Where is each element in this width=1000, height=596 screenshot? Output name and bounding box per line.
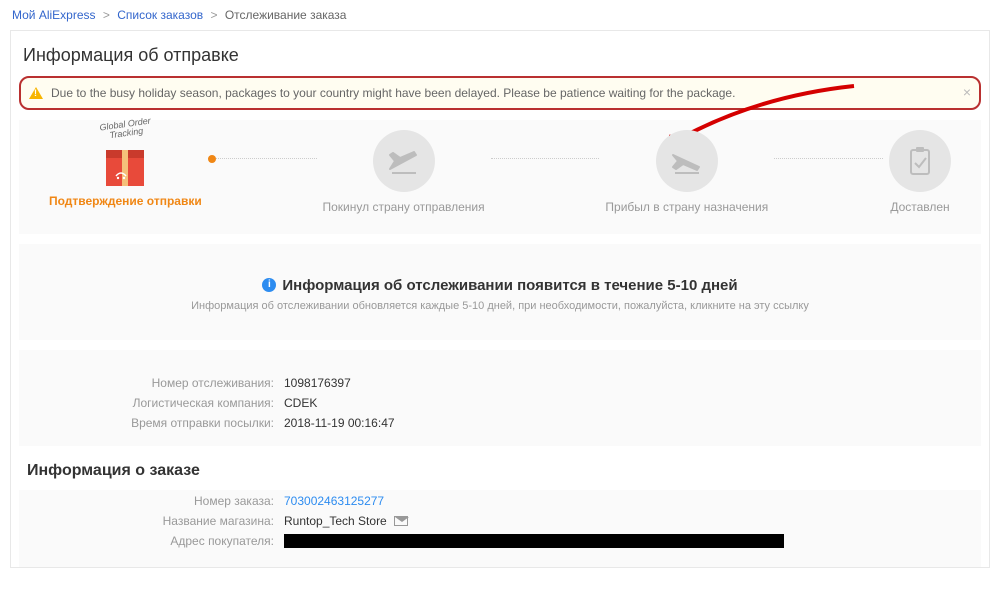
warning-icon: [29, 87, 43, 99]
package-icon: Global OrderTracking: [96, 136, 154, 194]
breadcrumb-sep: >: [210, 8, 217, 22]
tracking-number-label: Номер отслеживания:: [19, 376, 284, 390]
tracking-number-value: 1098176397: [284, 376, 351, 390]
step-arrived: Прибыл в страну назначения: [605, 130, 768, 214]
order-section-title: Информация о заказе: [11, 446, 989, 490]
info-subline: Информация об отслеживании обновляется к…: [39, 300, 961, 312]
close-icon[interactable]: ×: [963, 84, 971, 100]
carrier-label: Логистическая компания:: [19, 396, 284, 410]
tracking-info-block: i Информация об отслеживании появится в …: [19, 244, 981, 340]
step-label: Подтверждение отправки: [49, 194, 202, 208]
plane-departure-icon: [373, 130, 435, 192]
sent-time-value: 2018-11-19 00:16:47: [284, 416, 395, 430]
sent-time-label: Время отправки посылки:: [19, 416, 284, 430]
store-label: Название магазина:: [19, 514, 284, 528]
carrier-value: CDEK: [284, 396, 317, 410]
step-label: Прибыл в страну назначения: [605, 200, 768, 214]
tracking-panel: Информация об отправке Due to the busy h…: [10, 30, 990, 568]
buyer-address-label: Адрес покупателя:: [19, 534, 284, 551]
breadcrumb-current: Отслеживание заказа: [225, 8, 347, 22]
breadcrumb-sep: >: [103, 8, 110, 22]
delay-alert: Due to the busy holiday season, packages…: [19, 76, 981, 110]
step-label: Доставлен: [890, 200, 949, 214]
step-delivered: Доставлен: [889, 130, 951, 214]
step-departed: Покинул страну отправления: [323, 130, 485, 214]
order-number-link[interactable]: 703002463125277: [284, 494, 384, 508]
info-icon: i: [262, 278, 276, 292]
order-number-label: Номер заказа:: [19, 494, 284, 508]
step-connector: [774, 158, 883, 159]
info-headline: Информация об отслеживании появится в те…: [282, 277, 737, 294]
breadcrumb-orders[interactable]: Список заказов: [117, 8, 203, 22]
progress-steps: Global OrderTracking Подтверждение отпра…: [19, 120, 981, 234]
breadcrumb-home[interactable]: Мой AliExpress: [12, 8, 96, 22]
page-title: Информация об отправке: [11, 31, 989, 76]
message-icon[interactable]: [394, 516, 408, 526]
shipment-details: Номер отслеживания: 1098176397 Логистиче…: [19, 350, 981, 446]
step-connector: [491, 158, 600, 159]
breadcrumb: Мой AliExpress > Список заказов > Отслеж…: [0, 0, 1000, 30]
step-connector: [208, 158, 317, 159]
step-confirmed: Global OrderTracking Подтверждение отпра…: [49, 136, 202, 208]
store-link[interactable]: Runtop_Tech Store: [284, 514, 387, 528]
buyer-address-value: [284, 534, 784, 551]
step-label: Покинул страну отправления: [323, 200, 485, 214]
alert-text: Due to the busy holiday season, packages…: [51, 86, 735, 100]
plane-arrival-icon: [656, 130, 718, 192]
order-details: Номер заказа: 703002463125277 Название м…: [19, 490, 981, 567]
clipboard-check-icon: [889, 130, 951, 192]
